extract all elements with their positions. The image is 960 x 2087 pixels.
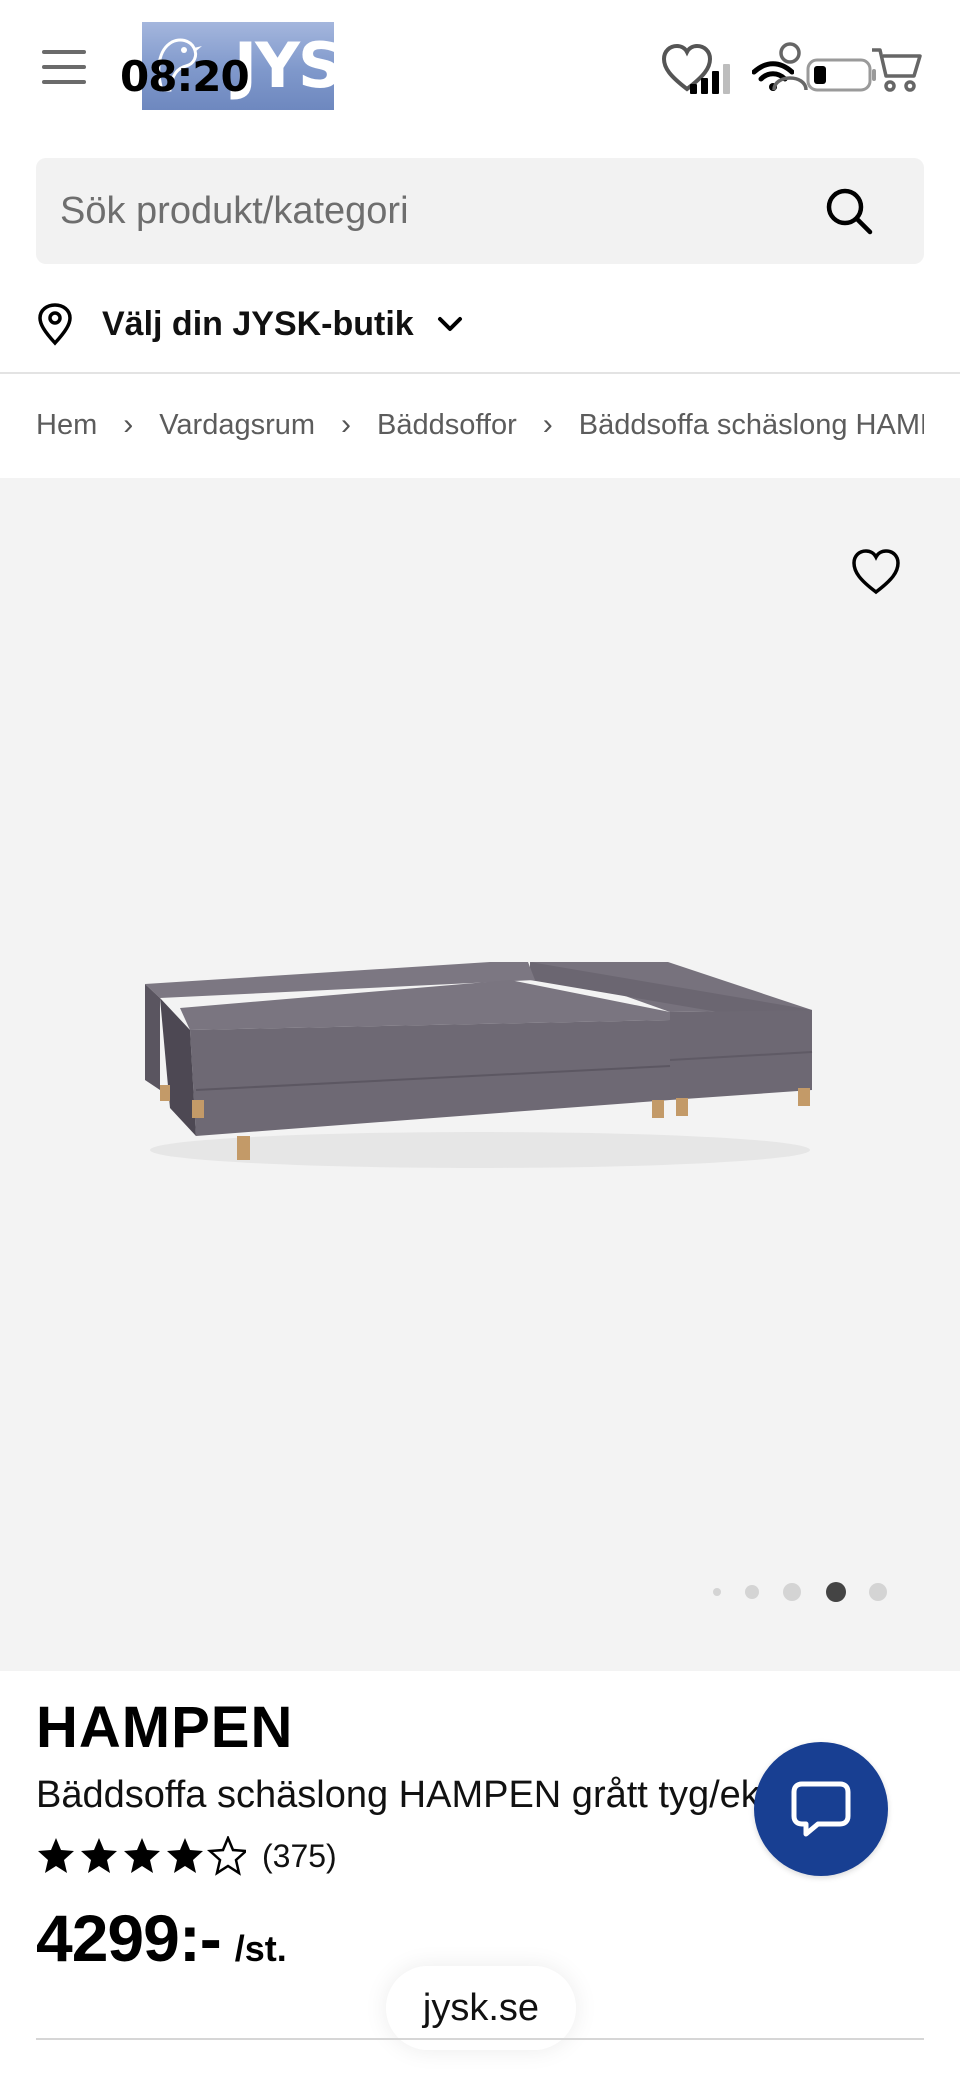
gallery-pagination: [713, 1582, 887, 1602]
gallery-dot-active[interactable]: [826, 1582, 846, 1602]
status-time: 08:20: [120, 52, 250, 101]
chevron-right-icon: ›: [542, 408, 553, 441]
divider: [0, 372, 960, 374]
chevron-right-icon: ›: [341, 408, 352, 441]
star-rating-icon: [38, 1836, 246, 1876]
breadcrumb-item-baddsoffor[interactable]: Bäddsoffor: [377, 409, 517, 442]
gallery-dot[interactable]: [745, 1585, 759, 1599]
product-title: HAMPEN: [36, 1695, 294, 1760]
review-count[interactable]: (375): [262, 1838, 337, 1875]
product-image-sofa: [145, 962, 813, 1168]
search-icon[interactable]: [824, 186, 874, 236]
breadcrumb-item-vardagsrum[interactable]: Vardagsrum: [159, 409, 315, 442]
search-bar: [36, 158, 924, 264]
favorite-heart-icon[interactable]: [850, 546, 902, 598]
gallery-dot[interactable]: [713, 1588, 721, 1596]
store-label: Välj din JYSK-butik: [102, 304, 414, 343]
store-selector[interactable]: Välj din JYSK-butik: [36, 292, 464, 356]
search-input[interactable]: [60, 178, 820, 244]
battery-icon: [806, 58, 876, 92]
gallery-dot[interactable]: [869, 1583, 887, 1601]
chat-bubble-icon: [791, 1781, 851, 1837]
gallery-dot[interactable]: [783, 1583, 801, 1601]
breadcrumb: Hem › Vardagsrum › Bäddsoffor › Bäddsoff…: [36, 400, 924, 450]
menu-icon[interactable]: [42, 50, 86, 84]
product-price: 4299:- /st.: [36, 1900, 287, 1976]
cart-icon[interactable]: [870, 44, 924, 94]
header: JYSK 08:20: [0, 0, 960, 140]
product-rating[interactable]: (375): [36, 1832, 337, 1880]
logo-text: JYSK: [234, 29, 389, 102]
divider: [36, 2038, 924, 2040]
price-value: 4299:-: [36, 1901, 222, 1975]
chevron-down-icon: [437, 317, 462, 331]
chevron-right-icon: ›: [123, 408, 134, 441]
signal-icon: [690, 64, 730, 94]
price-unit: /st.: [234, 1928, 287, 1969]
breadcrumb-item-current: Bäddsoffa schäslong HAMPEN: [578, 408, 924, 441]
chat-button[interactable]: [754, 1742, 888, 1876]
location-pin-icon: [38, 303, 72, 346]
breadcrumb-item-hem[interactable]: Hem: [36, 409, 97, 442]
